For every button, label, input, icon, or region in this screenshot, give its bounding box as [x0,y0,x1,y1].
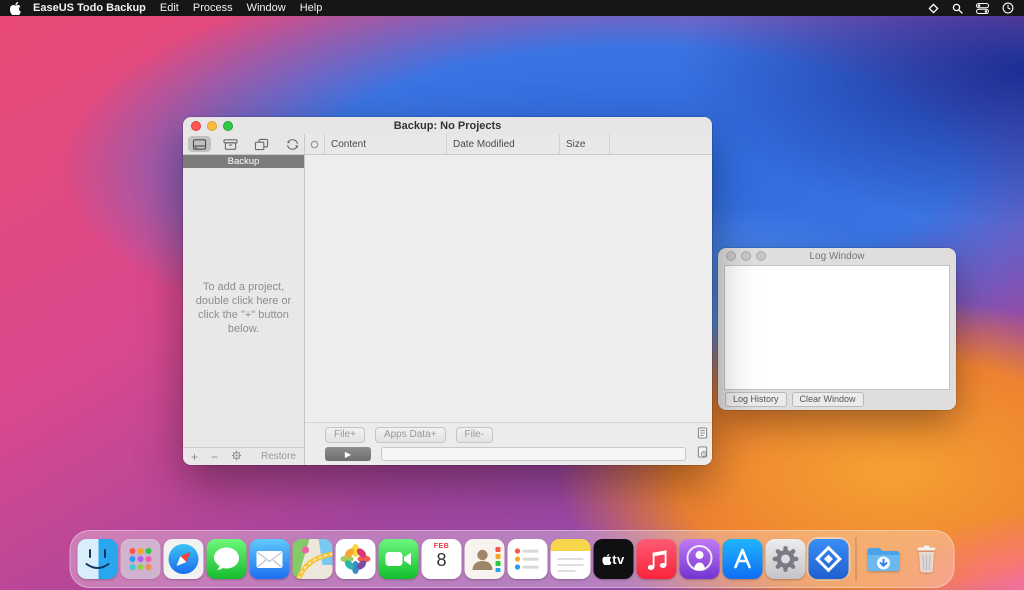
easeus-status-icon[interactable] [928,3,939,14]
dock-easeus-todo-backup-icon[interactable] [809,539,849,579]
run-row: ▶ [325,447,704,461]
remove-project-button[interactable]: − [211,451,218,463]
file-minus-button[interactable]: File- [456,427,493,443]
column-header-date-modified[interactable]: Date Modified [447,134,560,154]
apple-menu-icon[interactable] [10,2,21,15]
window-title: Backup: No Projects [183,120,712,132]
dock-photos-icon[interactable] [336,539,376,579]
clock-icon[interactable] [1002,2,1014,14]
backup-main-pane: File+ Apps Data+ File- ▶ [305,155,712,465]
column-header-size[interactable]: Size [560,134,610,154]
toolbar [183,134,305,154]
column-options-icon[interactable] [305,134,325,154]
clone-tab-icon[interactable] [250,136,273,152]
add-project-button[interactable]: + [191,451,198,463]
dock-facetime-icon[interactable] [379,539,419,579]
menu-edit[interactable]: Edit [160,2,179,14]
file-plus-button[interactable]: File+ [325,427,365,443]
backup-footer: File+ Apps Data+ File- ▶ [305,422,712,465]
calendar-day-label: 8 [436,550,446,570]
menu-help[interactable]: Help [300,2,323,14]
minimize-button[interactable] [207,121,217,131]
dock-music-icon[interactable] [637,539,677,579]
dock-podcasts-icon[interactable] [680,539,720,579]
log-minimize-button[interactable] [741,251,751,261]
report-document-icon[interactable] [697,426,708,444]
log-document-icon[interactable] [697,445,708,463]
backup-window-titlebar[interactable]: Backup: No Projects [183,117,712,134]
sidebar-footer: + − Restore [183,447,304,465]
dock-finder-icon[interactable] [78,539,118,579]
dock-mail-icon[interactable] [250,539,290,579]
dock-messages-icon[interactable] [207,539,247,579]
menu-app-name[interactable]: EaseUS Todo Backup [33,2,146,14]
zoom-button[interactable] [223,121,233,131]
sync-tab-icon[interactable] [281,136,304,152]
dock-notes-icon[interactable] [551,539,591,579]
dock-trash-icon[interactable] [907,539,947,579]
dock-calendar-icon[interactable]: FEB 8 [422,539,462,579]
tv-label: tv [612,552,625,567]
dock-separator [856,537,857,581]
progress-bar [381,447,686,461]
close-button[interactable] [191,121,201,131]
backup-window-header: Content Date Modified Size [183,134,712,155]
menu-window[interactable]: Window [247,2,286,14]
settings-gear-icon[interactable] [231,448,242,466]
column-header-content[interactable]: Content [325,134,447,154]
apps-data-plus-button[interactable]: Apps Data+ [375,427,446,443]
run-backup-button[interactable]: ▶ [325,447,371,461]
backup-tab-icon[interactable] [188,136,211,152]
footer-doc-icons [697,426,708,463]
dock-safari-icon[interactable] [164,539,204,579]
dock-launchpad-icon[interactable] [121,539,161,579]
log-window-footer: Log History Clear Window [725,392,864,407]
log-zoom-button[interactable] [756,251,766,261]
project-sidebar: Backup To add a project, double click he… [183,155,305,465]
empty-placeholder-text: To add a project, double click here or c… [192,280,295,336]
project-list-empty-area[interactable]: To add a project, double click here or c… [183,168,304,447]
log-window: Log Window Log History Clear Window [718,248,956,410]
log-traffic-lights [718,251,766,261]
traffic-lights [183,121,233,131]
log-text-area [724,265,950,390]
column-header-filler [610,134,712,154]
dock-reminders-icon[interactable] [508,539,548,579]
content-list-area[interactable] [305,155,712,422]
dock-contacts-icon[interactable] [465,539,505,579]
dock-tv-icon[interactable]: tv [594,539,634,579]
spotlight-search-icon[interactable] [952,3,963,14]
sidebar-header: Backup [183,155,304,168]
control-center-icon[interactable] [976,3,989,14]
dock-system-preferences-icon[interactable] [766,539,806,579]
table-header: Content Date Modified Size [305,134,712,154]
dock-app-store-icon[interactable] [723,539,763,579]
dock-downloads-folder-icon[interactable] [864,539,904,579]
log-close-button[interactable] [726,251,736,261]
menu-status-area [928,2,1014,14]
archive-tab-icon[interactable] [219,136,242,152]
calendar-month-label: FEB [434,543,450,550]
backup-window-body: Backup To add a project, double click he… [183,155,712,465]
backup-window: Backup: No Projects Content Date Modifie… [183,117,712,465]
clear-window-button[interactable]: Clear Window [792,392,864,407]
menu-process[interactable]: Process [193,2,233,14]
menu-bar: EaseUS Todo Backup Edit Process Window H… [0,0,1024,16]
log-history-button[interactable]: Log History [725,392,787,407]
footer-button-row: File+ Apps Data+ File- [325,427,704,443]
dock: FEB 8 tv [70,530,955,588]
restore-button[interactable]: Restore [261,451,296,462]
dock-maps-icon[interactable] [293,539,333,579]
log-window-titlebar[interactable]: Log Window [718,248,956,264]
